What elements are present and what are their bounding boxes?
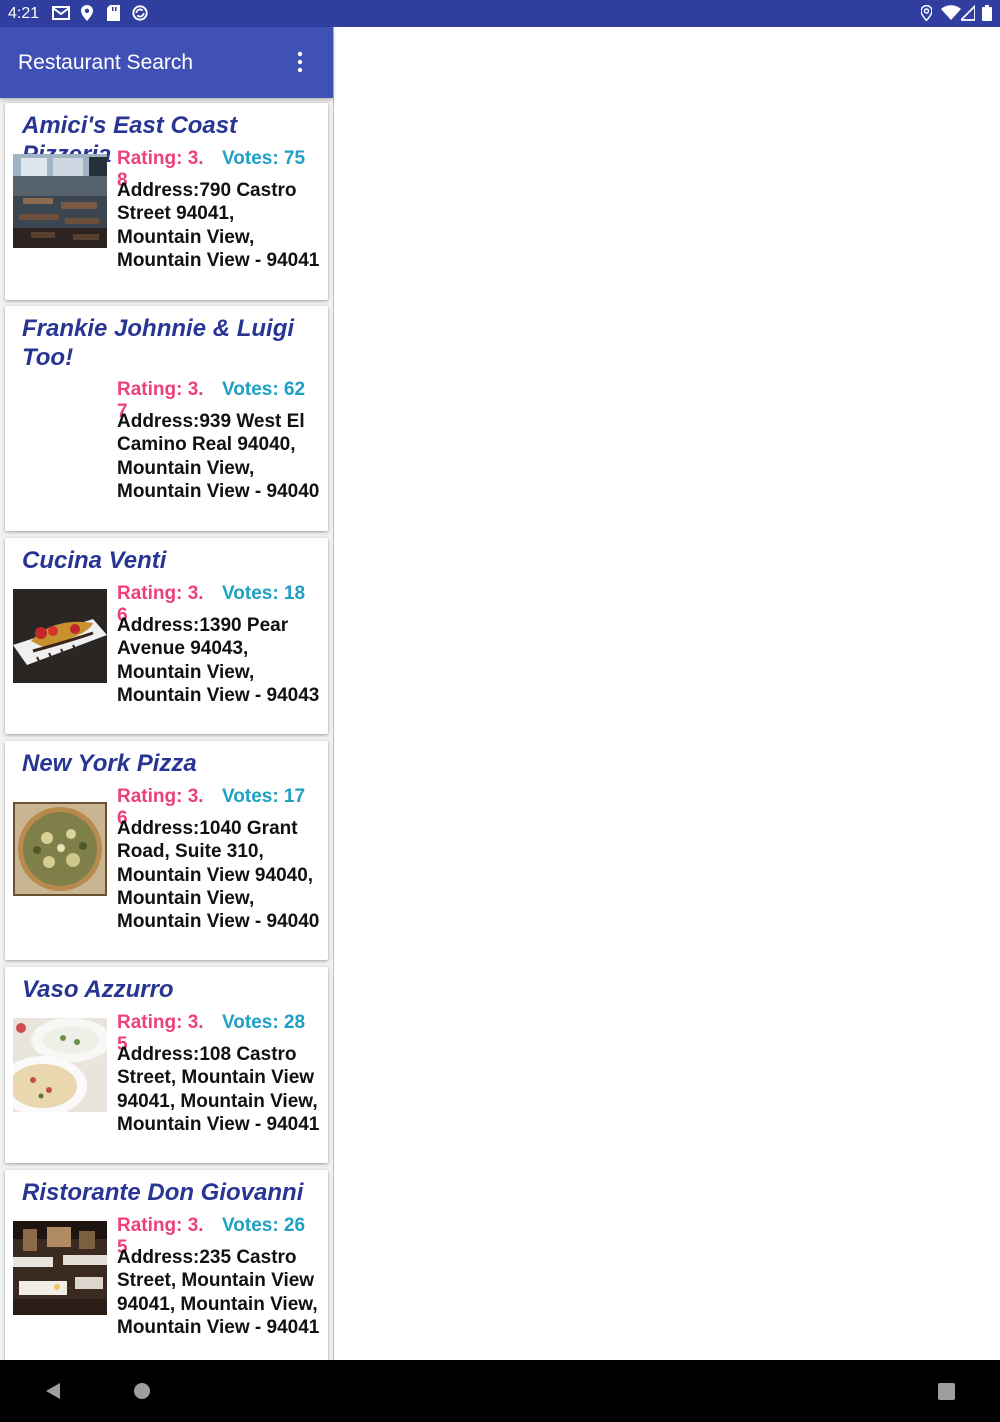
restaurant-name: New York Pizza	[22, 750, 197, 777]
restaurant-votes: Votes: 75	[222, 148, 306, 169]
restaurant-name: Vaso Azzurro	[22, 976, 174, 1003]
app-bar: Restaurant Search	[0, 27, 333, 98]
restaurant-address: Address:108 Castro Street, Mountain View…	[117, 1044, 320, 1135]
battery-icon	[982, 5, 992, 21]
restaurant-votes: Votes: 26	[222, 1215, 306, 1236]
overflow-menu-icon[interactable]	[290, 51, 310, 73]
wifi-icon	[941, 5, 961, 20]
back-icon[interactable]	[44, 1382, 62, 1400]
navigation-bar	[0, 1360, 1000, 1422]
pane-divider	[333, 27, 334, 1360]
signal-icon	[961, 5, 975, 21]
location-icon	[921, 5, 932, 21]
restaurant-card[interactable]: Ristorante Don Giovanni Rating: 3.5 Vote…	[5, 1170, 328, 1360]
restaurant-address: Address:235 Castro Street, Mountain View…	[117, 1247, 320, 1338]
restaurant-name: Cucina Venti	[22, 547, 167, 574]
restaurant-list[interactable]: Amici's East Coast Pizzeria Rating: 3.8 …	[0, 98, 333, 1360]
restaurant-votes: Votes: 18	[222, 583, 306, 604]
restaurant-card[interactable]: New York Pizza Rating: 3.6 Votes: 17 Add…	[5, 741, 328, 960]
restaurant-card[interactable]: Frankie Johnnie & Luigi Too! Rating: 3.7…	[5, 306, 328, 531]
restaurant-name: Ristorante Don Giovanni	[22, 1179, 304, 1206]
restaurant-card[interactable]: Vaso Azzurro Rating: 3.5 Votes: 28 Addre…	[5, 967, 328, 1163]
status-bar: 4:21	[0, 0, 1000, 27]
recents-icon[interactable]	[938, 1383, 955, 1400]
pizza-image	[13, 802, 107, 896]
home-icon[interactable]	[133, 1382, 151, 1400]
restaurant-votes: Votes: 62	[222, 379, 306, 400]
restaurant-interior-image	[13, 154, 107, 248]
sd-card-icon	[107, 5, 120, 21]
restaurant-card[interactable]: Amici's East Coast Pizzeria Rating: 3.8 …	[5, 103, 328, 300]
pasta-plates-image	[13, 1018, 107, 1112]
sync-icon	[132, 5, 148, 21]
restaurant-name: Frankie Johnnie & Luigi Too!	[22, 315, 295, 371]
restaurant-votes: Votes: 17	[222, 786, 306, 807]
app-title: Restaurant Search	[18, 51, 194, 74]
restaurant-address: Address:1040 Grant Road, Suite 310, Moun…	[117, 818, 320, 933]
restaurant-votes: Votes: 28	[222, 1012, 306, 1033]
dining-room-image	[13, 1221, 107, 1315]
restaurant-card[interactable]: Cucina Venti Rating: 3.6 Votes: 18 Addre…	[5, 538, 328, 734]
location-icon	[81, 5, 93, 21]
restaurant-address: Address:1390 Pear Avenue 94043, Mountain…	[117, 615, 320, 706]
dessert-plate-image	[13, 589, 107, 683]
gmail-icon	[52, 6, 70, 20]
restaurant-address: Address:790 Castro Street 94041, Mountai…	[117, 180, 320, 271]
status-time: 4:21	[8, 5, 40, 22]
restaurant-address: Address:939 West El Camino Real 94040, M…	[117, 411, 320, 502]
